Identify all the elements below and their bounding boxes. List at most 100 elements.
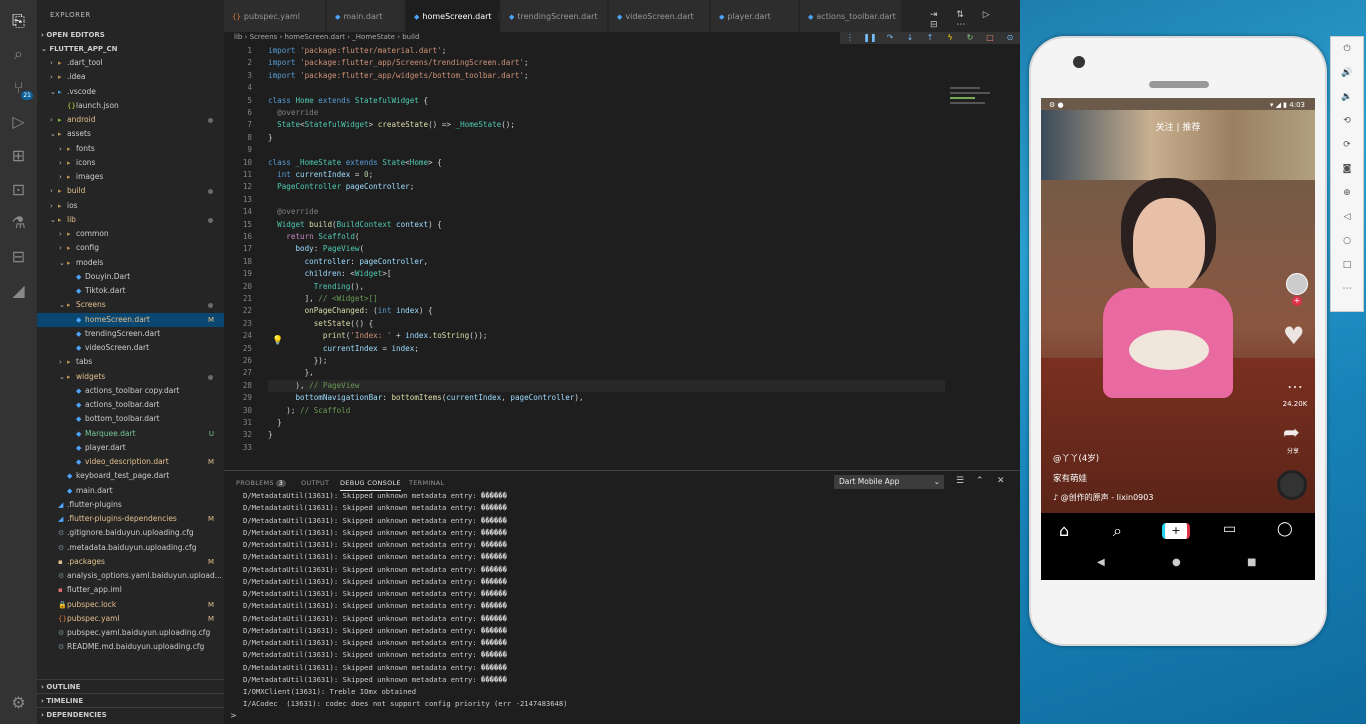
tree-item[interactable]: ▪ flutter_app.iml [37, 583, 224, 597]
tree-item[interactable]: ▪ .packages M [37, 555, 224, 569]
tree-item[interactable]: ⚙ .metadata.baiduyun.uploading.cfg [37, 541, 224, 555]
docker-icon[interactable]: ⊟ [6, 244, 31, 269]
top-tabs[interactable]: 关注 | 推荐 [1041, 120, 1315, 133]
tree-item[interactable]: › ▸ tabs [37, 355, 224, 369]
music-marquee[interactable]: ♪ @创作的原声 - lixin0903 [1053, 492, 1153, 503]
tab-terminal[interactable]: TERMINAL [409, 479, 444, 487]
tree-item[interactable]: ◆ actions_toolbar copy.dart [37, 384, 224, 398]
tree-item[interactable]: › ▸ build [37, 184, 224, 198]
flutter-icon[interactable]: ◢ [6, 278, 31, 303]
tab-4[interactable]: ◆ videoScreen.dart [609, 0, 710, 32]
tree-item[interactable]: ⌄ ▸ widgets [37, 370, 224, 384]
tree-item[interactable]: › ▸ common [37, 227, 224, 241]
tree-item[interactable]: › ▸ .idea [37, 70, 224, 84]
close-panel-icon[interactable]: ✕ [997, 476, 1005, 486]
search-icon[interactable]: ⌕ [6, 41, 31, 66]
tree-item[interactable]: {}launch.json [37, 99, 224, 113]
tree-item[interactable]: ◆ keyboard_test_page.dart [37, 469, 224, 483]
tree-item[interactable]: ⚙ README.md.baiduyun.uploading.cfg [37, 640, 224, 654]
clear-console-icon[interactable]: ☰ [956, 476, 964, 486]
tree-item[interactable]: ◆ player.dart [37, 441, 224, 455]
tree-item[interactable]: ◢ .flutter-plugins-dependencies M [37, 512, 224, 526]
screenshot-icon[interactable]: ◙ [1331, 157, 1363, 181]
tree-item[interactable]: › ▸ images [37, 170, 224, 184]
timeline-section[interactable]: › TIMELINE [37, 693, 224, 707]
tree-item[interactable]: › ▸ fonts [37, 142, 224, 156]
editor-actions[interactable]: ⇥ ⇅ ▷ ⊟ ⋯ [930, 10, 1020, 30]
tree-item[interactable]: ⌄ ▸ Screens [37, 298, 224, 312]
tree-item[interactable]: ◆ videoScreen.dart [37, 341, 224, 355]
video-frame[interactable] [1041, 98, 1315, 513]
tree-item[interactable]: {}pubspec.yaml M [37, 612, 224, 626]
back-button-icon[interactable]: ◁ [1331, 205, 1363, 229]
music-disc-icon[interactable] [1277, 470, 1307, 500]
profile-icon[interactable]: ◯ [1277, 521, 1293, 537]
tree-item[interactable]: ◆ homeScreen.dart M [37, 312, 224, 327]
overview-icon[interactable]: □ [1331, 253, 1363, 277]
test-icon[interactable]: ⚗ [6, 210, 31, 235]
tab-2[interactable]: ◆homeScreen.dart ✕ [406, 0, 500, 32]
search-nav-icon[interactable]: ⌕ [1113, 521, 1122, 541]
username[interactable]: @丫丫(4岁) [1053, 452, 1099, 464]
tab-problems[interactable]: PROBLEMS 3 [236, 479, 286, 487]
power-icon[interactable]: ⏻ [1331, 37, 1363, 61]
tree-item[interactable]: ◆ actions_toolbar.dart [37, 398, 224, 412]
source-control-icon[interactable]: ⑂ 21 [6, 75, 33, 100]
tree-item[interactable]: › ▸ config [37, 241, 224, 255]
tree-item[interactable]: › ▸ icons [37, 156, 224, 170]
outline-section[interactable]: › OUTLINE [37, 679, 224, 693]
author-avatar[interactable] [1286, 273, 1308, 295]
volume-down-icon[interactable]: 🔉 [1331, 85, 1363, 109]
dependencies-section[interactable]: › DEPENDENCIES [37, 707, 224, 721]
tab-3[interactable]: ◆ trendingScreen.dart [501, 0, 608, 32]
tree-item[interactable]: ◢ .flutter-plugins [37, 498, 224, 512]
add-video-icon[interactable]: + [1162, 523, 1190, 539]
tree-item[interactable]: ⌄ ▸ models [37, 256, 224, 270]
breadcrumb[interactable]: lib › Screens › homeScreen.dart › _HomeS… [224, 32, 844, 42]
heart-icon[interactable]: ♥ [1283, 322, 1305, 350]
debug-session-select[interactable]: Dart Mobile App ⌄ [834, 475, 944, 489]
tree-item[interactable]: ◆ Douyin.Dart [37, 270, 224, 284]
tree-item[interactable]: › ▸ android [37, 113, 224, 127]
tree-item[interactable]: 🔒pubspec.lock M [37, 598, 224, 612]
tab-0[interactable]: {} pubspec.yaml [224, 0, 326, 32]
tab-1[interactable]: ◆ main.dart [327, 0, 405, 32]
console-input[interactable]: > [230, 711, 237, 720]
tree-item[interactable]: › ▸ .dart_tool [37, 56, 224, 70]
tree-item[interactable]: ◆ video_description.dart M [37, 455, 224, 469]
minimap[interactable] [950, 84, 1014, 124]
rotate-left-icon[interactable]: ⟲ [1331, 109, 1363, 133]
tree-item[interactable]: ◆ trendingScreen.dart [37, 327, 224, 341]
back-icon[interactable]: ◀ [1097, 557, 1105, 568]
tree-item[interactable]: › ▸ ios [37, 199, 224, 213]
tree-item[interactable]: ⌄ ▸ lib [37, 213, 224, 227]
tab-6[interactable]: ◆ actions_toolbar.dart [800, 0, 902, 32]
rotate-right-icon[interactable]: ⟳ [1331, 133, 1363, 157]
volume-up-icon[interactable]: 🔊 [1331, 61, 1363, 85]
code-editor[interactable]: 1 import 'package:flutter/material.dart';… [224, 42, 1020, 462]
open-editors-section[interactable]: › OPEN EDITORS [37, 28, 105, 42]
home-circle-icon[interactable]: ● [1172, 557, 1181, 568]
home-button-icon[interactable]: ○ [1331, 229, 1363, 253]
extensions-icon[interactable]: ⊞ [6, 143, 31, 168]
more-icon[interactable]: ⋯ [1331, 277, 1363, 301]
maximize-panel-icon[interactable]: ⌃ [976, 476, 984, 486]
project-section[interactable]: ⌄ FLUTTER_APP_CN [37, 42, 118, 56]
inbox-icon[interactable]: ▭ [1223, 521, 1236, 537]
tree-item[interactable]: ⚙ .gitignore.baiduyun.uploading.cfg [37, 526, 224, 540]
gear-icon[interactable]: ⚙ [6, 690, 31, 715]
share-icon[interactable]: ➦ [1283, 420, 1300, 444]
tree-item[interactable]: ⚙ analysis_options.yaml.baiduyun.upload..… [37, 569, 224, 583]
tree-item[interactable]: ◆ Marquee.dart U [37, 427, 224, 441]
tab-5[interactable]: ◆ player.dart [711, 0, 799, 32]
tree-item[interactable]: ⚙ pubspec.yaml.baiduyun.uploading.cfg [37, 626, 224, 640]
tree-item[interactable]: ⌄ ▸ assets [37, 127, 224, 141]
run-debug-icon[interactable]: ▷ [6, 109, 31, 134]
recents-icon[interactable]: ■ [1247, 557, 1256, 568]
tree-item[interactable]: ◆ bottom_toolbar.dart [37, 412, 224, 426]
lightbulb-icon[interactable]: 💡 [272, 336, 283, 346]
tree-item[interactable]: ◆ Tiktok.dart [37, 284, 224, 298]
comment-icon[interactable]: … [1287, 373, 1303, 392]
remote-icon[interactable]: ⊡ [6, 177, 31, 202]
tab-output[interactable]: OUTPUT [301, 479, 329, 487]
